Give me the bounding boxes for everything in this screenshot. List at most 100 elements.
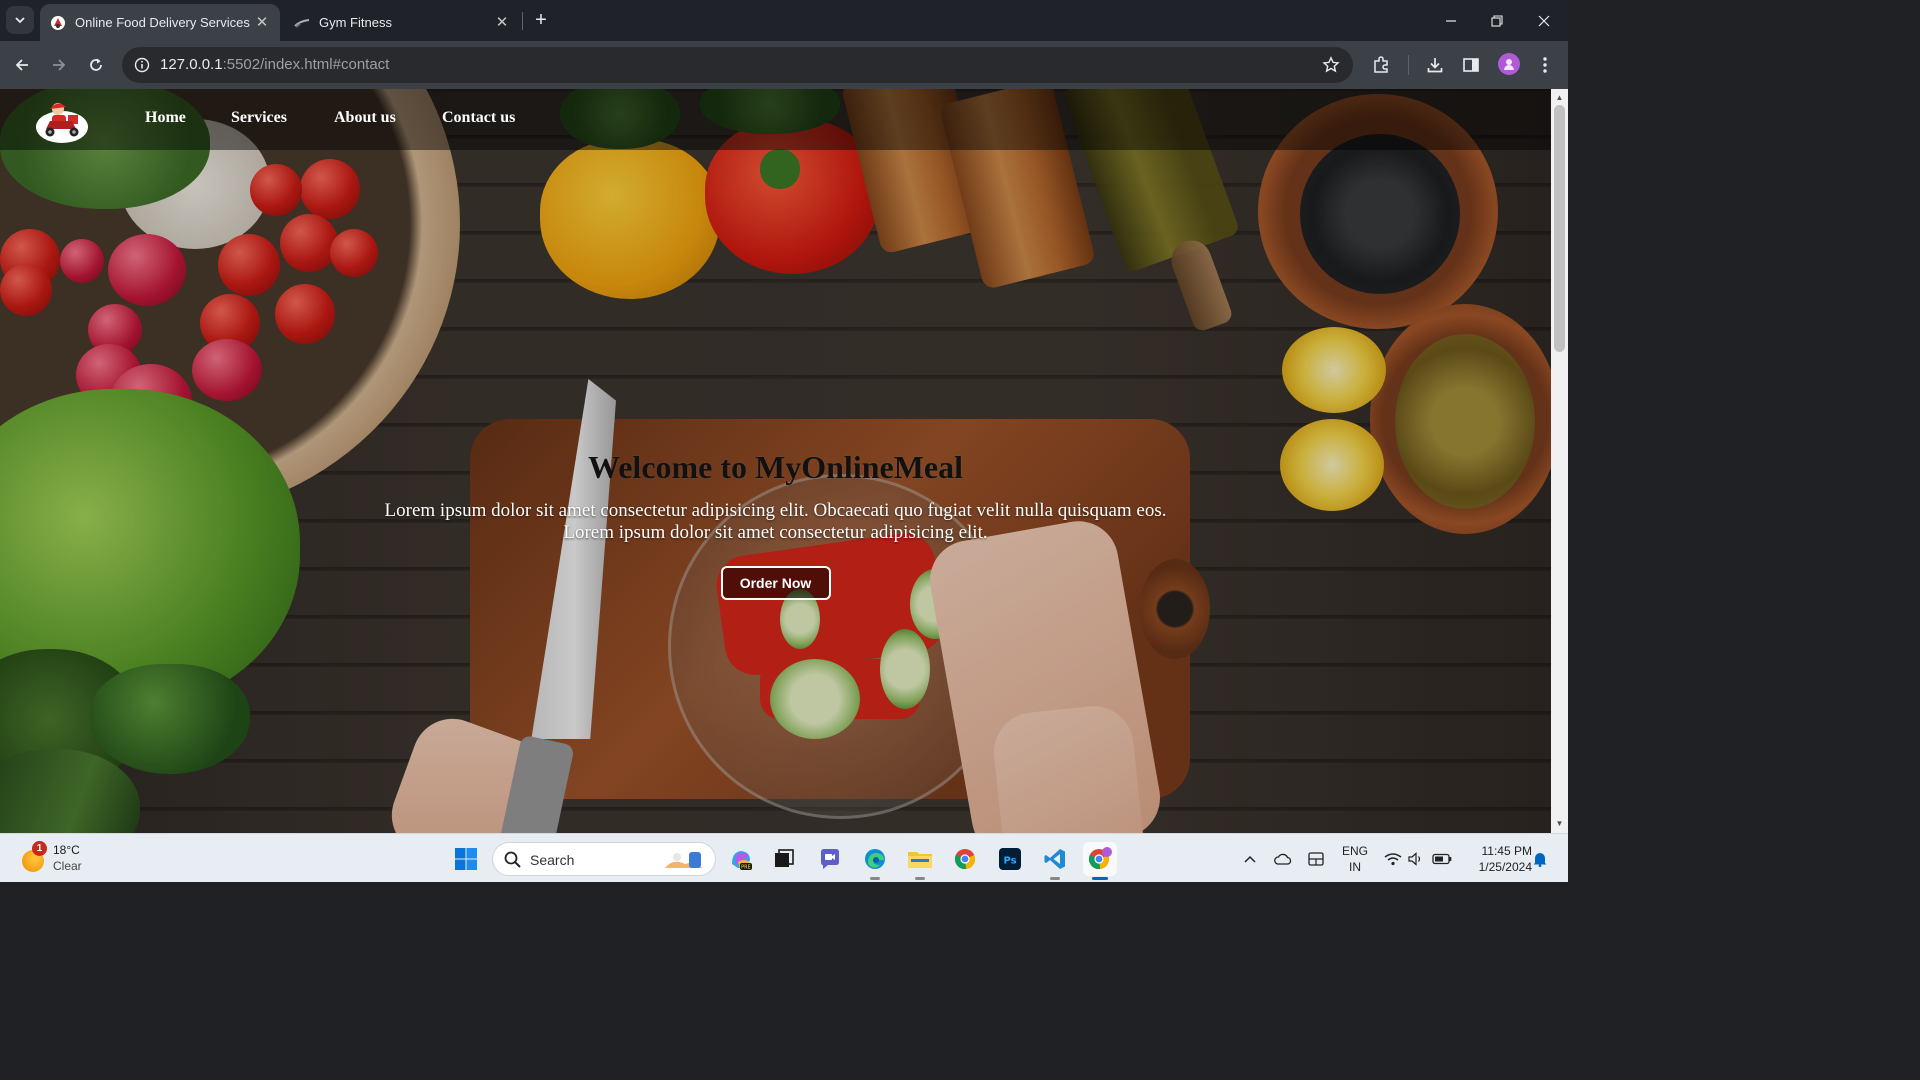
chrome-profile-icon: [1088, 847, 1112, 870]
edge-icon: [865, 849, 885, 869]
address-bar[interactable]: 127.0.0.1:5502/index.html#contact: [122, 47, 1353, 83]
side-panel-icon: [1463, 58, 1479, 72]
task-view-icon: [775, 849, 794, 867]
taskbar-task-view[interactable]: [767, 842, 801, 876]
teams-icon: [821, 849, 839, 869]
chevron-down-icon: [15, 17, 25, 24]
scrollbar-thumb[interactable]: [1554, 105, 1565, 352]
close-tab-icon[interactable]: ✕: [494, 14, 510, 31]
hero-title: Welcome to MyOnlineMeal: [587, 449, 963, 485]
close-window-button[interactable]: [1521, 0, 1567, 41]
onedrive-tray-button[interactable]: [1272, 834, 1294, 883]
battery-icon: [1432, 853, 1452, 864]
reload-button[interactable]: [82, 51, 110, 79]
order-now-button[interactable]: Order Now: [720, 566, 831, 600]
browser-menu-button[interactable]: [1533, 53, 1557, 77]
weather-condition: Clear: [53, 859, 82, 873]
nav-services-link[interactable]: Services: [231, 109, 287, 127]
page-viewport: Home Services About us Contact us Welcom…: [0, 89, 1551, 833]
wifi-icon: [1384, 852, 1402, 865]
nav-contact-link[interactable]: Contact us: [442, 109, 515, 127]
site-navbar: Home Services About us Contact us: [0, 89, 1551, 150]
bookmark-star-icon[interactable]: [1319, 53, 1343, 77]
arrow-left-icon: [15, 59, 28, 71]
clock-time: 11:45 PM: [1481, 844, 1532, 858]
reload-icon: [90, 58, 102, 71]
scroll-up-arrow-icon[interactable]: ▲: [1551, 91, 1568, 105]
show-hidden-icons-button[interactable]: [1240, 834, 1260, 883]
clock[interactable]: 11:45 PM 1/25/2024: [1460, 843, 1532, 875]
hero-description: Lorem ipsum dolor sit amet consectetur a…: [0, 500, 1551, 544]
hero-description-line-2: Lorem ipsum dolor sit amet consectetur a…: [563, 522, 988, 543]
taskbar-copilot[interactable]: PRE: [724, 842, 758, 876]
taskbar-search-box[interactable]: Search: [492, 842, 716, 876]
svg-text:Ps: Ps: [1003, 856, 1016, 867]
taskbar-photoshop[interactable]: Ps: [993, 842, 1027, 876]
gym-favicon-icon: [294, 18, 310, 28]
region-code: IN: [1349, 860, 1361, 874]
site-info-icon[interactable]: [130, 53, 154, 77]
vscode-icon: [1044, 849, 1065, 869]
cloud-icon: [1274, 853, 1292, 865]
running-indicator: [1050, 877, 1060, 880]
weather-widget[interactable]: 1 18°C Clear: [20, 841, 120, 877]
new-tab-button[interactable]: +: [530, 6, 552, 34]
tab-gym-fitness[interactable]: Gym Fitness ✕: [284, 4, 520, 41]
notification-center-button[interactable]: [1530, 834, 1550, 883]
tab-strip: Online Food Delivery Services ✕ Gym Fitn…: [0, 0, 1568, 41]
tab-search-button[interactable]: [6, 6, 34, 34]
taskbar-chrome[interactable]: [948, 842, 982, 876]
input-language-indicator[interactable]: ENG IN: [1340, 843, 1370, 875]
tab-online-food-delivery[interactable]: Online Food Delivery Services ✕: [40, 4, 280, 41]
forward-button[interactable]: [45, 51, 73, 79]
downloads-button[interactable]: [1423, 53, 1447, 77]
url-path: :5502/index.html#contact: [222, 56, 390, 73]
avatar-icon: [1504, 59, 1514, 70]
language-code: ENG: [1341, 844, 1368, 858]
chrome-icon: [954, 849, 976, 870]
site-logo[interactable]: [36, 97, 88, 143]
running-indicator: [915, 877, 925, 880]
page-scrollbar[interactable]: ▲ ▼: [1551, 89, 1568, 833]
running-indicator: [870, 877, 880, 880]
delivery-scooter-logo-icon: [36, 103, 88, 143]
profile-avatar[interactable]: [1498, 53, 1520, 75]
scroll-down-arrow-icon[interactable]: ▼: [1551, 817, 1568, 831]
windows-taskbar: 1 18°C Clear Search PRE Ps ENG IN 11:45 …: [0, 833, 1568, 882]
food-delivery-favicon-icon: [51, 15, 65, 30]
tab-title: Gym Fitness: [319, 15, 392, 30]
taskbar-chrome-profile[interactable]: [1083, 842, 1117, 880]
restore-button[interactable]: [1474, 0, 1520, 41]
volume-tray-button[interactable]: [1405, 834, 1427, 883]
wifi-tray-button[interactable]: [1382, 834, 1404, 883]
taskbar-file-explorer[interactable]: [903, 842, 937, 880]
nav-about-link[interactable]: About us: [334, 109, 396, 127]
battery-tray-button[interactable]: [1431, 834, 1453, 883]
close-tab-icon[interactable]: ✕: [254, 14, 270, 31]
nav-home-link[interactable]: Home: [145, 109, 186, 127]
notification-badge: 1: [32, 841, 47, 856]
touch-keyboard-button[interactable]: [1305, 834, 1327, 883]
clock-date: 1/25/2024: [1478, 860, 1532, 874]
more-vertical-icon: [1543, 57, 1547, 73]
side-panel-button[interactable]: [1459, 53, 1483, 77]
tab-title: Online Food Delivery Services: [75, 15, 250, 30]
back-button[interactable]: [8, 51, 36, 79]
start-button[interactable]: [449, 842, 483, 876]
minimize-icon: [1446, 19, 1456, 22]
taskbar-teams[interactable]: [813, 842, 847, 876]
hero-description-line-1: Lorem ipsum dolor sit amet consectetur a…: [384, 500, 1167, 521]
weather-temperature: 18°C: [53, 843, 80, 857]
taskbar-edge[interactable]: [858, 842, 892, 880]
url-host: 127.0.0.1: [160, 56, 223, 73]
active-indicator: [1092, 877, 1108, 880]
extensions-button[interactable]: [1369, 53, 1393, 77]
photoshop-icon: Ps: [999, 848, 1021, 870]
minimize-button[interactable]: [1428, 0, 1474, 41]
search-icon: [504, 851, 521, 868]
url-text[interactable]: 127.0.0.1:5502/index.html#contact: [160, 56, 389, 73]
svg-text:PRE: PRE: [741, 865, 751, 871]
download-icon: [1427, 58, 1443, 73]
taskbar-vscode[interactable]: [1038, 842, 1072, 880]
copilot-icon: PRE: [732, 851, 752, 871]
